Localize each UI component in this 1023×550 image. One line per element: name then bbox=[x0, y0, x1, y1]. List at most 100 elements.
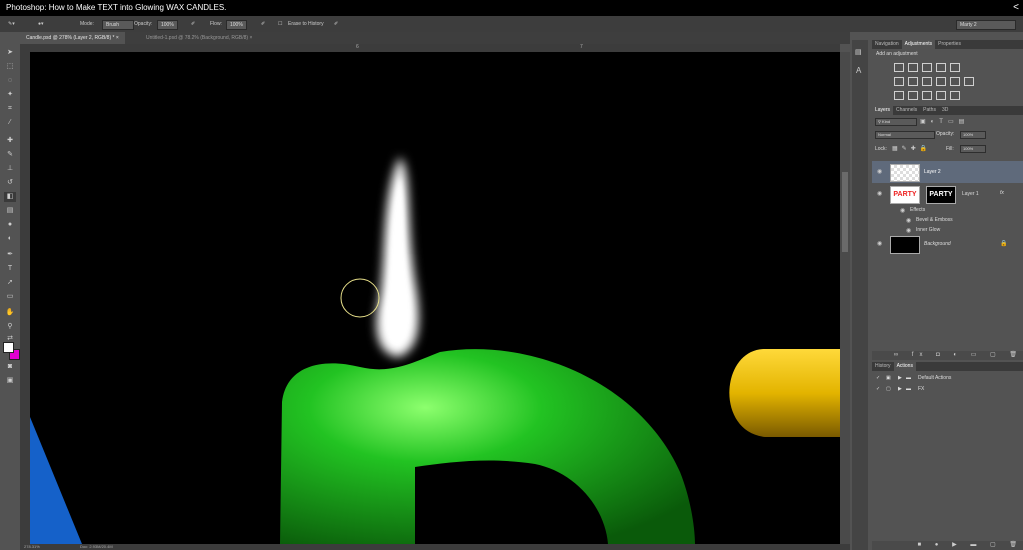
photo-filter-icon[interactable] bbox=[936, 77, 946, 86]
pressure-size-icon[interactable]: ✐ bbox=[334, 20, 338, 28]
type-tool-icon[interactable]: T bbox=[4, 264, 16, 274]
tab-channels[interactable]: Channels bbox=[893, 106, 920, 115]
action-set-fx[interactable]: ✓ ▢ ▶ ▬ FX bbox=[872, 384, 1023, 394]
curves-icon[interactable] bbox=[922, 63, 932, 72]
expand-arrow-icon[interactable]: ▶ bbox=[898, 373, 902, 383]
mode-select[interactable]: Brush bbox=[102, 20, 134, 30]
layer-action-icons[interactable]: ∞ fx ◘ ◐ ▭ ▢ 🗑 bbox=[894, 352, 1023, 358]
layer-row-layer1[interactable]: ◉ PARTY PARTY Layer 1 fx bbox=[872, 183, 1023, 205]
document-canvas[interactable] bbox=[30, 52, 840, 544]
fx-icon[interactable]: fx bbox=[1000, 190, 1004, 196]
zoom-level[interactable]: 278.31% bbox=[24, 544, 40, 549]
zoom-tool-icon[interactable]: ⚲ bbox=[4, 322, 16, 332]
pen-tool-icon[interactable]: ✒ bbox=[4, 250, 16, 260]
close-icon[interactable]: × bbox=[249, 35, 252, 41]
quick-mask-icon[interactable]: ◙ bbox=[4, 362, 16, 372]
path-select-tool-icon[interactable]: ➚ bbox=[4, 278, 16, 288]
action-set-name[interactable]: Default Actions bbox=[918, 373, 951, 383]
character-panel-icon[interactable]: A bbox=[856, 66, 861, 75]
lock-icons[interactable]: ▦✎✚🔒 bbox=[892, 145, 931, 152]
gradient-map-icon[interactable] bbox=[936, 91, 946, 100]
brush-picker-icon[interactable]: ●▾ bbox=[38, 20, 44, 28]
vibrance-icon[interactable] bbox=[950, 63, 960, 72]
foreground-color-swatch[interactable] bbox=[3, 342, 14, 353]
layer-row-layer2[interactable]: ◉ Layer 2 bbox=[872, 161, 1023, 183]
layer-opacity-input[interactable]: 100% bbox=[960, 131, 986, 139]
move-tool-icon[interactable]: ➤ bbox=[4, 48, 16, 58]
threshold-icon[interactable] bbox=[922, 91, 932, 100]
airbrush-pressure-icon[interactable]: ✐ bbox=[191, 20, 195, 28]
check-icon[interactable]: ✓ bbox=[876, 384, 880, 394]
workspace-select[interactable]: Marty 2 bbox=[956, 20, 1016, 30]
visibility-eye-icon[interactable]: ◉ bbox=[906, 217, 911, 224]
clone-stamp-tool-icon[interactable]: ⊥ bbox=[4, 164, 16, 174]
dialog-toggle-icon[interactable]: ▣ bbox=[886, 373, 891, 383]
visibility-eye-icon[interactable]: ◉ bbox=[877, 190, 882, 197]
gradient-tool-icon[interactable]: ▤ bbox=[4, 206, 16, 216]
levels-icon[interactable] bbox=[908, 63, 918, 72]
candle-artwork[interactable] bbox=[30, 52, 840, 544]
blend-mode-select[interactable]: Normal bbox=[875, 131, 935, 139]
tab-paths[interactable]: Paths bbox=[920, 106, 939, 115]
share-icon[interactable]: < bbox=[1013, 0, 1019, 16]
tab-candle[interactable]: Candle.psd @ 278% (Layer 2, RGB/8) * × bbox=[20, 32, 125, 44]
tab-properties[interactable]: Properties bbox=[935, 40, 964, 49]
airbrush-icon[interactable]: ✐ bbox=[261, 20, 265, 28]
posterize-icon[interactable] bbox=[908, 91, 918, 100]
crop-tool-icon[interactable]: ⌗ bbox=[4, 104, 16, 114]
action-control-icons[interactable]: ■ ● ▶ ▬ ▢ 🗑 bbox=[918, 542, 1023, 548]
hand-tool-icon[interactable]: ✋ bbox=[4, 308, 16, 318]
tab-navigation[interactable]: Navigation bbox=[872, 40, 902, 49]
tab-adjustments[interactable]: Adjustments bbox=[901, 40, 936, 49]
tab-3d[interactable]: 3D bbox=[939, 106, 951, 115]
layer-filter-icons[interactable]: ▣◐T▭▤ bbox=[920, 118, 969, 125]
expand-arrow-icon[interactable]: ▶ bbox=[898, 384, 902, 394]
marquee-tool-icon[interactable]: ⬚ bbox=[4, 62, 16, 72]
shape-tool-icon[interactable]: ▭ bbox=[4, 292, 16, 302]
fill-input[interactable]: 100% bbox=[960, 145, 986, 153]
tab-history[interactable]: History bbox=[872, 362, 894, 371]
invert-icon[interactable] bbox=[894, 91, 904, 100]
healing-tool-icon[interactable]: ✚ bbox=[4, 136, 16, 146]
blur-tool-icon[interactable]: ● bbox=[4, 220, 16, 230]
selective-color-icon[interactable] bbox=[950, 91, 960, 100]
history-brush-tool-icon[interactable]: ↺ bbox=[4, 178, 16, 188]
layer-name[interactable]: Layer 2 bbox=[924, 169, 941, 175]
eraser-tool-preset-icon[interactable]: ✎▾ bbox=[8, 20, 15, 28]
layer-row-background[interactable]: ◉ Background 🔒 bbox=[872, 233, 1023, 255]
close-icon[interactable]: × bbox=[116, 35, 119, 41]
quick-select-tool-icon[interactable]: ✦ bbox=[4, 90, 16, 100]
lasso-tool-icon[interactable]: ◌ bbox=[4, 76, 16, 86]
effects-row[interactable]: ◉ Effects bbox=[872, 205, 1023, 215]
bevel-emboss-row[interactable]: ◉ Bevel & Emboss bbox=[872, 215, 1023, 225]
brush-tool-icon[interactable]: ✎ bbox=[4, 150, 16, 160]
eraser-tool-icon[interactable]: ◧ bbox=[4, 192, 16, 202]
check-icon[interactable]: ✓ bbox=[876, 373, 880, 383]
history-panel-icon[interactable]: ▤ bbox=[855, 48, 862, 56]
color-lookup-icon[interactable] bbox=[964, 77, 974, 86]
action-set-name[interactable]: FX bbox=[918, 384, 924, 394]
channel-mixer-icon[interactable] bbox=[950, 77, 960, 86]
scrollbar-thumb[interactable] bbox=[842, 172, 848, 252]
vertical-scrollbar[interactable] bbox=[840, 52, 850, 544]
color-balance-icon[interactable] bbox=[908, 77, 918, 86]
dialog-toggle-icon[interactable]: ▢ bbox=[886, 384, 891, 394]
eyedropper-tool-icon[interactable]: ⁄ bbox=[4, 118, 16, 128]
layer-name[interactable]: Layer 1 bbox=[962, 191, 979, 197]
kind-filter-select[interactable]: ⚲ Kind bbox=[875, 118, 917, 126]
layer-name[interactable]: Background bbox=[924, 241, 951, 247]
dodge-tool-icon[interactable]: ◐ bbox=[4, 234, 16, 244]
visibility-eye-icon[interactable]: ◉ bbox=[900, 207, 905, 214]
opacity-input[interactable]: 100% bbox=[157, 20, 178, 30]
tab-actions[interactable]: Actions bbox=[893, 362, 916, 371]
action-set-default[interactable]: ✓ ▣ ▶ ▬ Default Actions bbox=[872, 373, 1023, 383]
hue-saturation-icon[interactable] bbox=[894, 77, 904, 86]
erase-history-checkbox[interactable]: ☐ bbox=[278, 20, 282, 28]
black-white-icon[interactable] bbox=[922, 77, 932, 86]
screen-mode-icon[interactable]: ▣ bbox=[4, 376, 16, 386]
exposure-icon[interactable] bbox=[936, 63, 946, 72]
flow-input[interactable]: 100% bbox=[226, 20, 247, 30]
tab-layers[interactable]: Layers bbox=[872, 106, 894, 115]
tab-untitled[interactable]: Untitled-1.psd @ 78.2% (Background, RGB/… bbox=[140, 32, 258, 44]
visibility-eye-icon[interactable]: ◉ bbox=[877, 168, 882, 175]
